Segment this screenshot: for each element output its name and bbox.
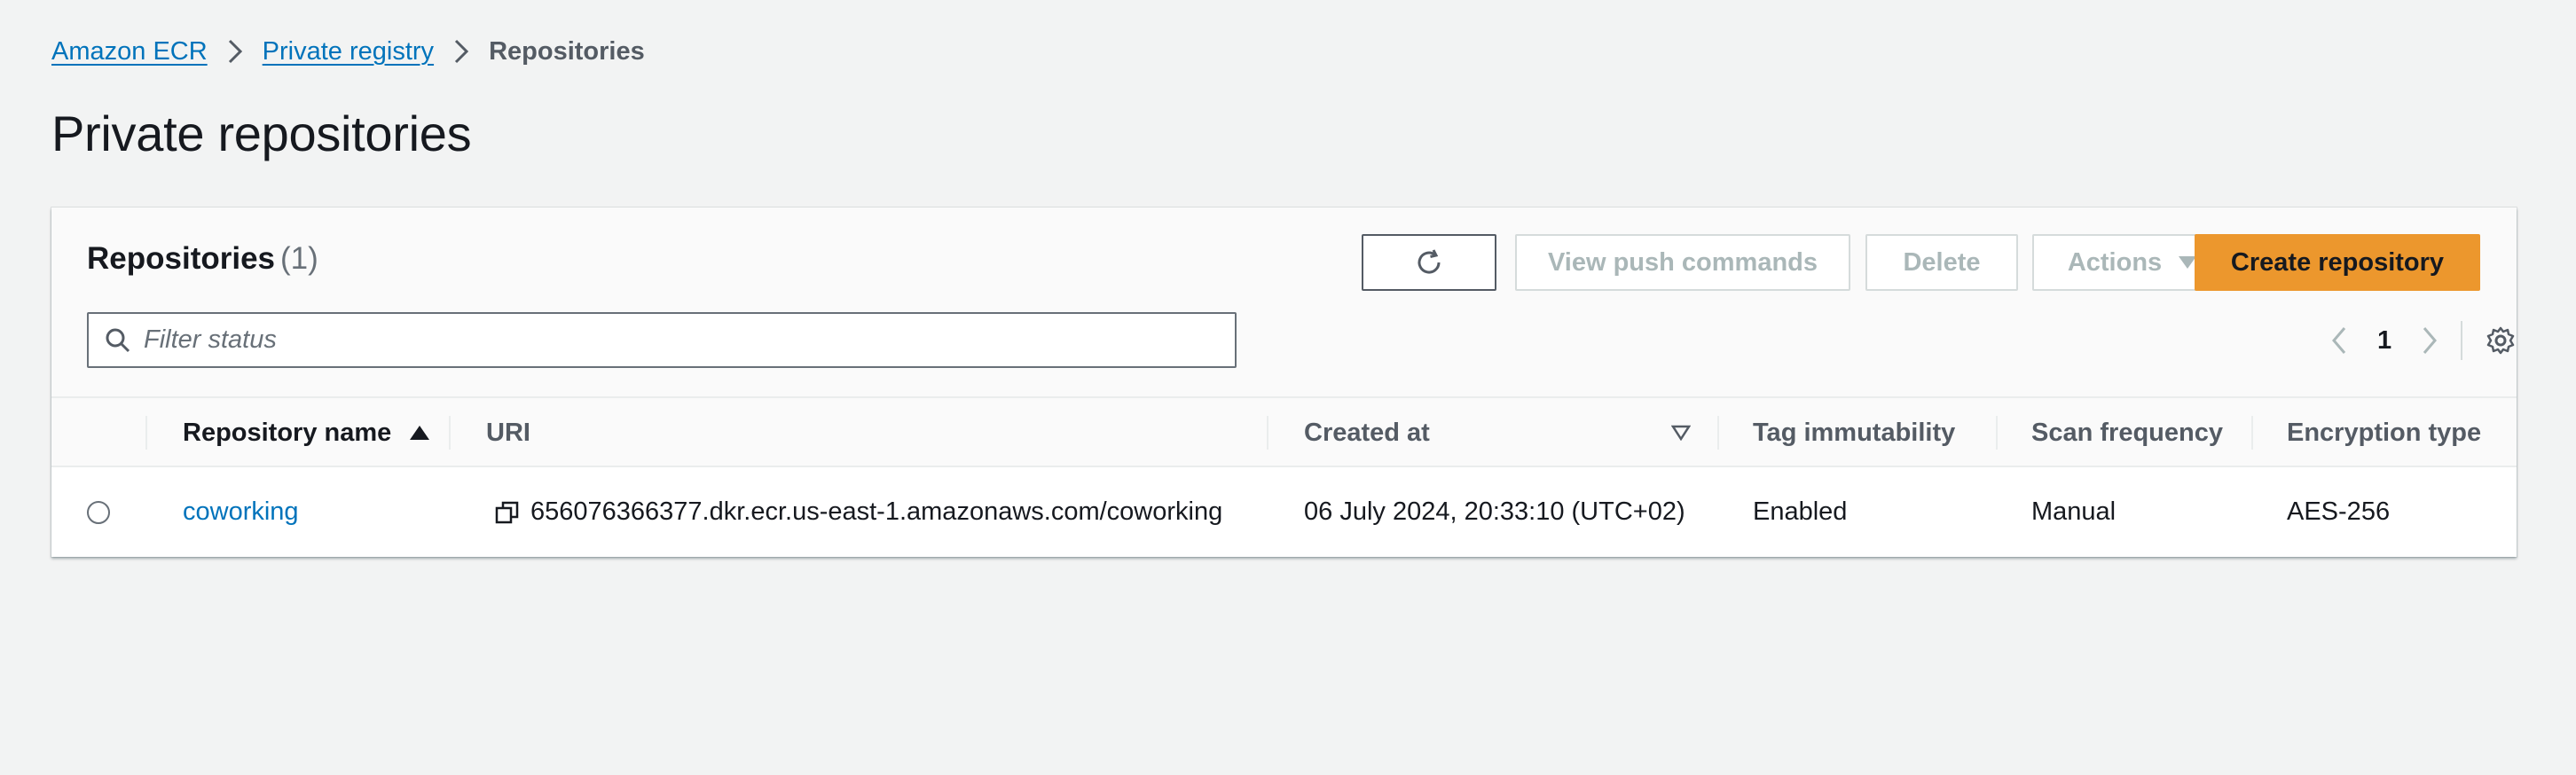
column-header-uri[interactable]: URI bbox=[486, 398, 530, 467]
filter-status-field[interactable] bbox=[87, 312, 1237, 368]
breadcrumb-current: Repositories bbox=[489, 36, 645, 66]
table-row[interactable]: coworking 656076366377.dkr.ecr.us-east-1… bbox=[51, 467, 2517, 557]
column-header-created-at[interactable]: Created at bbox=[1304, 398, 1430, 467]
created-at-cell: 06 July 2024, 20:33:10 (UTC+02) bbox=[1304, 497, 1685, 526]
row-select-radio[interactable] bbox=[87, 500, 110, 524]
column-separator bbox=[2251, 416, 2253, 450]
sort-ascending-icon bbox=[409, 425, 430, 441]
breadcrumb-private-registry[interactable]: Private registry bbox=[263, 37, 434, 67]
repository-name-cell: coworking bbox=[183, 467, 299, 557]
refresh-icon bbox=[1413, 247, 1445, 278]
chevron-left-icon[interactable] bbox=[2326, 326, 2352, 355]
container-header: Repositories (1) View push commands Delet… bbox=[51, 207, 2517, 398]
column-separator bbox=[1717, 416, 1719, 450]
table-header: Repository name URI Created at Tag immut… bbox=[51, 398, 2517, 467]
sort-descending-icon[interactable] bbox=[1671, 425, 1691, 441]
uri-text: 656076366377.dkr.ecr.us-east-1.amazonaws… bbox=[530, 497, 1223, 526]
column-label: Repository name bbox=[183, 418, 392, 447]
pagination: 1 bbox=[2326, 321, 2516, 360]
copy-icon[interactable] bbox=[495, 500, 520, 525]
breadcrumb: Amazon ECR Private registry Repositories bbox=[51, 34, 645, 69]
current-page-number[interactable]: 1 bbox=[2377, 326, 2391, 356]
column-header-encryption-type[interactable]: Encryption type bbox=[2287, 398, 2481, 467]
column-header-tag-immutability[interactable]: Tag immutability bbox=[1753, 398, 1955, 467]
chevron-right-icon[interactable] bbox=[2416, 326, 2443, 355]
view-push-commands-button[interactable]: View push commands bbox=[1515, 234, 1850, 291]
search-icon bbox=[105, 327, 131, 354]
page-title: Private repositories bbox=[51, 106, 472, 161]
repository-name-link[interactable]: coworking bbox=[183, 497, 299, 527]
column-separator bbox=[1267, 416, 1268, 450]
delete-button[interactable]: Delete bbox=[1865, 234, 2018, 291]
breadcrumb-amazon-ecr[interactable]: Amazon ECR bbox=[51, 37, 208, 67]
container-title: Repositories (1) bbox=[87, 241, 318, 277]
column-separator bbox=[449, 416, 451, 450]
column-separator bbox=[145, 416, 147, 450]
container-title-text: Repositories bbox=[87, 241, 275, 276]
chevron-right-icon bbox=[453, 39, 469, 64]
row-select-cell bbox=[87, 467, 110, 557]
pagination-divider bbox=[2461, 321, 2463, 360]
uri-cell: 656076366377.dkr.ecr.us-east-1.amazonaws… bbox=[495, 467, 1222, 557]
column-separator bbox=[1996, 416, 1998, 450]
tag-immutability-cell: Enabled bbox=[1753, 497, 1848, 526]
refresh-button[interactable] bbox=[1362, 234, 1496, 291]
create-repository-button[interactable]: Create repository bbox=[2195, 234, 2480, 291]
encryption-type-cell: AES-256 bbox=[2287, 497, 2391, 526]
scan-frequency-cell: Manual bbox=[2031, 497, 2117, 526]
filter-status-input[interactable] bbox=[144, 325, 1208, 355]
repositories-container: Repositories (1) View push commands Delet… bbox=[51, 207, 2517, 557]
gear-icon[interactable] bbox=[2486, 325, 2516, 356]
repository-count: (1) bbox=[280, 241, 318, 276]
column-header-scan-frequency[interactable]: Scan frequency bbox=[2031, 398, 2223, 467]
chevron-right-icon bbox=[227, 39, 243, 64]
actions-label: Actions bbox=[2067, 247, 2163, 277]
column-header-repository-name[interactable]: Repository name bbox=[183, 398, 430, 467]
